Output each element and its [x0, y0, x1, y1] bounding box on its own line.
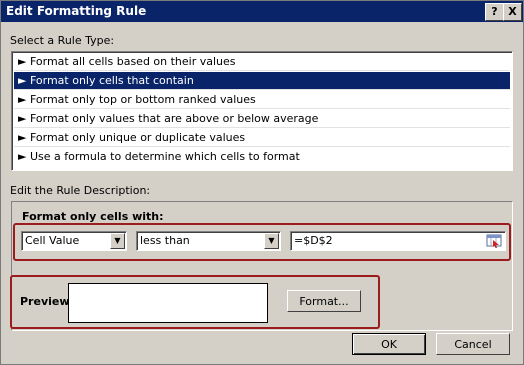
rule-type-item[interactable]: ► Use a formula to determine which cells…: [14, 148, 510, 166]
dialog-title: Edit Formatting Rule: [6, 4, 147, 18]
edit-formatting-rule-dialog: Edit Formatting Rule ? X Select a Rule T…: [0, 0, 524, 365]
preview-sample: [68, 283, 268, 323]
rule-type-item[interactable]: ► Format all cells based on their values: [14, 53, 510, 71]
rule-type-item[interactable]: ► Format only top or bottom ranked value…: [14, 91, 510, 109]
rule-type-item-selected[interactable]: ► Format only cells that contain: [14, 72, 510, 90]
help-button[interactable]: ?: [485, 3, 504, 21]
rule-type-list[interactable]: ► Format all cells based on their values…: [11, 51, 513, 171]
rule-description-label: Edit the Rule Description:: [10, 184, 151, 197]
title-bar: Edit Formatting Rule ? X: [1, 1, 523, 22]
format-cells-with-header: Format only cells with:: [22, 210, 164, 223]
preview-label: Preview:: [20, 295, 74, 308]
ok-button[interactable]: OK: [352, 333, 426, 355]
rule-type-label: Select a Rule Type:: [10, 34, 114, 47]
close-button[interactable]: X: [503, 3, 522, 21]
format-button[interactable]: Format...: [287, 290, 361, 312]
cancel-button[interactable]: Cancel: [436, 333, 510, 355]
rule-type-label-text: Select a Rule Type:: [10, 34, 115, 47]
rule-type-item[interactable]: ► Format only unique or duplicate values: [14, 129, 510, 147]
condition-highlight-box: [13, 223, 511, 261]
rule-type-item[interactable]: ► Format only values that are above or b…: [14, 110, 510, 128]
